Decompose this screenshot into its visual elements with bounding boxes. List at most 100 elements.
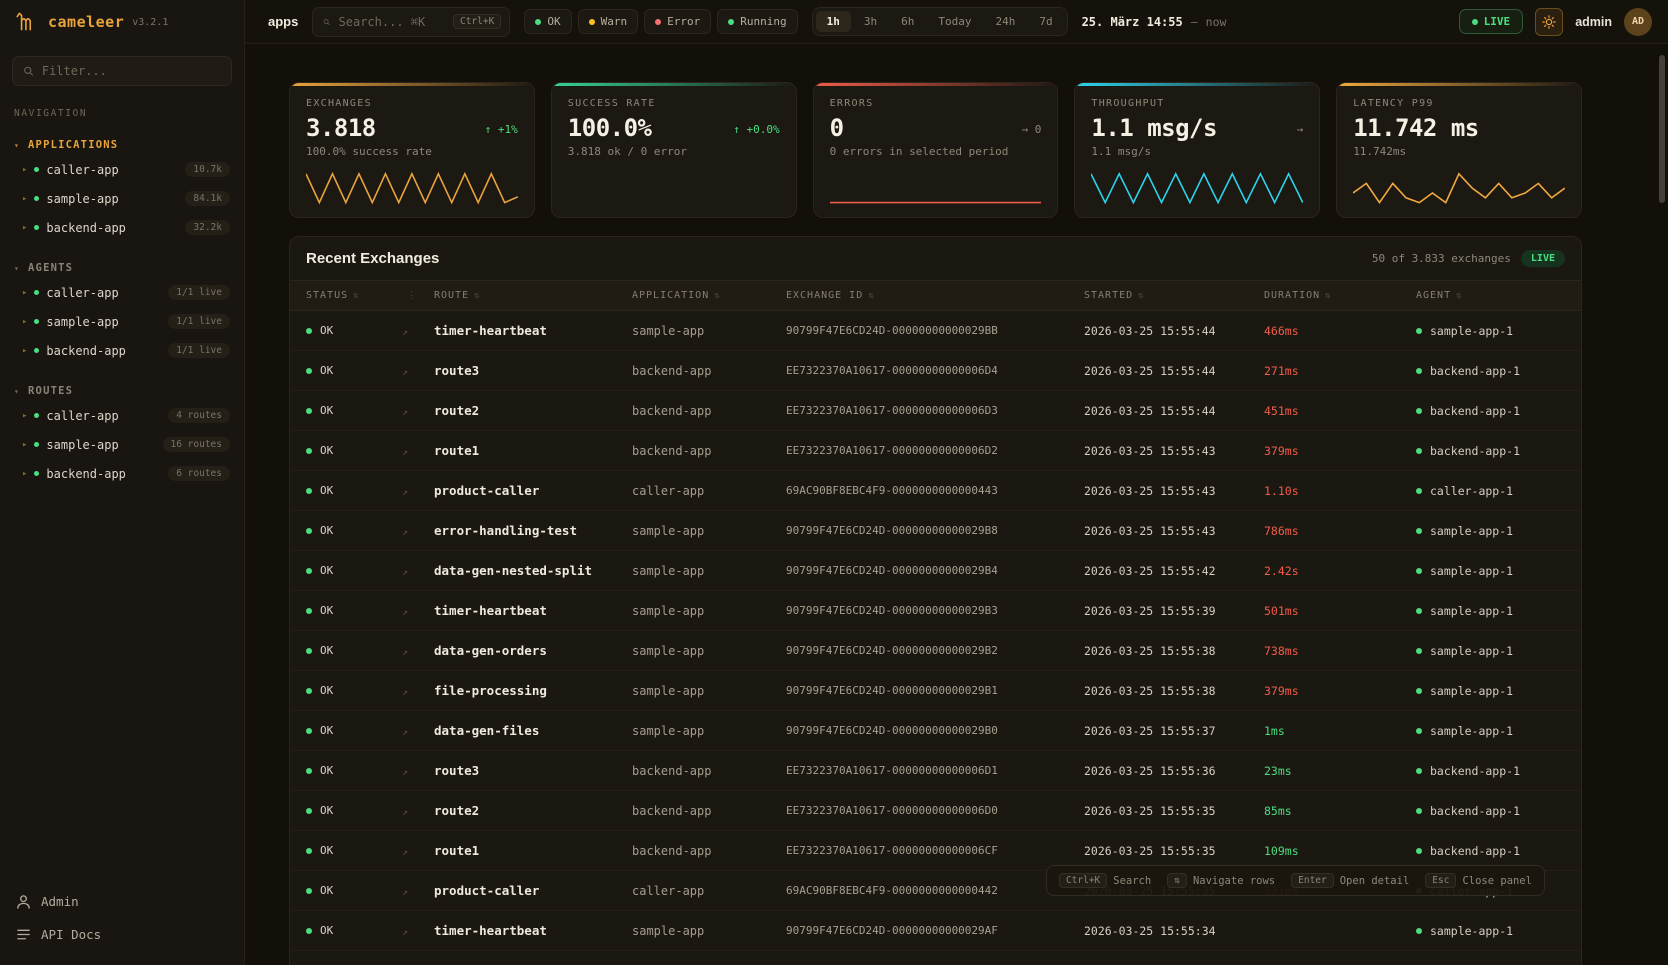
sidebar-item[interactable]: ▸ sample-app 84.1k (0, 184, 244, 213)
route-name[interactable]: route2 (434, 391, 632, 431)
sidebar-item[interactable]: ▸ sample-app 16 routes (0, 430, 244, 459)
table-row[interactable]: OK ↗ route3 backend-app EE7322370A10617-… (290, 351, 1581, 391)
open-route-icon[interactable]: ↗ (402, 687, 408, 698)
route-name[interactable]: file-processing (434, 671, 632, 711)
status-filter-pill[interactable]: Running (717, 9, 797, 34)
table-row[interactable]: OK ↗ route2 backend-app EE7322370A10617-… (290, 391, 1581, 431)
duration-value: 451ms (1264, 391, 1416, 431)
column-header[interactable]: STATUS⇅ (290, 281, 402, 311)
sidebar-filter[interactable] (12, 56, 232, 86)
route-name[interactable]: error-handling-test (434, 511, 632, 551)
open-route-icon[interactable]: ↗ (402, 487, 408, 498)
sidebar-item[interactable]: ▸ backend-app 1/1 live (0, 336, 244, 365)
column-header[interactable]: AGENT⇅ (1416, 281, 1581, 311)
column-header[interactable]: APPLICATION⇅ (632, 281, 786, 311)
scrollbar-thumb[interactable] (1659, 55, 1665, 203)
status-filter-pill[interactable]: OK (524, 9, 571, 34)
open-route-icon[interactable]: ↗ (402, 607, 408, 618)
open-route-icon[interactable]: ↗ (402, 367, 408, 378)
table-row[interactable]: OK ↗ error-handling-test sample-app 9079… (290, 511, 1581, 551)
column-header-icon[interactable]: ⋮ (402, 281, 434, 311)
open-route-icon[interactable]: ↗ (402, 847, 408, 858)
open-route-icon[interactable]: ↗ (402, 927, 408, 938)
route-name[interactable]: data-gen-nested-split (434, 551, 632, 591)
global-search[interactable]: Ctrl+K (312, 7, 510, 37)
open-route-icon[interactable]: ↗ (402, 527, 408, 538)
live-toggle[interactable]: LIVE (1459, 9, 1524, 34)
card-accent-bar (552, 83, 796, 86)
status-filter-pill[interactable]: Warn (578, 9, 639, 34)
user-icon (16, 894, 31, 909)
open-route-icon[interactable]: ↗ (402, 327, 408, 338)
time-range-button[interactable]: 24h (984, 11, 1026, 32)
column-header[interactable]: EXCHANGE ID⇅ (786, 281, 1084, 311)
status-label: OK (320, 724, 333, 737)
route-name[interactable]: timer-heartbeat (434, 311, 632, 351)
sidebar-footer-item[interactable]: Admin (0, 885, 244, 918)
route-name[interactable]: route3 (434, 351, 632, 391)
avatar[interactable]: AD (1624, 8, 1652, 36)
sidebar-footer-item[interactable]: API Docs (0, 918, 244, 951)
time-range-button[interactable]: 6h (890, 11, 925, 32)
open-route-icon[interactable]: ↗ (402, 567, 408, 578)
sidebar-item[interactable]: ▸ backend-app 6 routes (0, 459, 244, 488)
table-row[interactable]: OK ↗ route3 backend-app EE7322370A10617-… (290, 751, 1581, 791)
sidebar-item[interactable]: ▸ caller-app 4 routes (0, 401, 244, 430)
time-range-button[interactable]: 1h (816, 11, 851, 32)
sidebar-item[interactable]: ▸ caller-app 1/1 live (0, 278, 244, 307)
table-row[interactable]: OK ↗ timer-heartbeat sample-app 90799F47… (290, 311, 1581, 351)
sidebar-item[interactable]: ▸ sample-app 1/1 live (0, 307, 244, 336)
route-name[interactable]: route3 (434, 751, 632, 791)
table-row[interactable]: OK ↗ data-gen-nested-split sample-app 90… (290, 551, 1581, 591)
topbar: apps Ctrl+K OK Warn Error Running 1h3h6h… (245, 0, 1668, 44)
open-route-icon[interactable]: ↗ (402, 807, 408, 818)
stat-delta: ↑ +1% (485, 123, 518, 136)
section-header[interactable]: ▾ APPLICATIONS (0, 135, 244, 155)
column-header[interactable]: DURATION⇅ (1264, 281, 1416, 311)
route-name[interactable]: route1 (434, 431, 632, 471)
stat-value: 1.1 msg/s (1091, 114, 1217, 142)
count-badge: 84.1k (185, 191, 230, 206)
theme-toggle-button[interactable] (1535, 8, 1563, 36)
status-label: OK (320, 564, 333, 577)
open-route-icon[interactable]: ↗ (402, 887, 408, 898)
route-name[interactable]: data-gen-orders (434, 631, 632, 671)
time-range-button[interactable]: 7d (1028, 11, 1063, 32)
table-row[interactable]: OK ↗ timer-heartbeat sample-app 90799F47… (290, 911, 1581, 951)
table-row[interactable]: OK ↗ data-gen-files sample-app 90799F47E… (290, 711, 1581, 751)
filter-input[interactable] (42, 64, 221, 78)
table-row[interactable]: OK ↗ file-processing sample-app 90799F47… (290, 671, 1581, 711)
table-row[interactable]: OK ↗ timer-heartbeat sample-app 90799F47… (290, 591, 1581, 631)
sidebar-item[interactable]: ▸ caller-app 10.7k (0, 155, 244, 184)
column-header[interactable]: STARTED⇅ (1084, 281, 1264, 311)
route-name[interactable]: route2 (434, 791, 632, 831)
table-row[interactable]: OK ↗ route2 backend-app EE7322370A10617-… (290, 791, 1581, 831)
route-name[interactable]: timer-heartbeat (434, 591, 632, 631)
stat-value: 100.0% (568, 114, 652, 142)
status-filter-pill[interactable]: Error (644, 9, 711, 34)
sun-icon (1542, 15, 1556, 29)
route-name[interactable]: data-gen-files (434, 711, 632, 751)
table-row[interactable]: OK ↗ data-gen-orders sample-app 90799F47… (290, 631, 1581, 671)
route-name[interactable]: product-caller (434, 871, 632, 911)
open-route-icon[interactable]: ↗ (402, 447, 408, 458)
open-route-icon[interactable]: ↗ (402, 407, 408, 418)
open-route-icon[interactable]: ↗ (402, 647, 408, 658)
time-range-button[interactable]: 3h (853, 11, 888, 32)
sidebar-item[interactable]: ▸ backend-app 32.2k (0, 213, 244, 242)
open-route-icon[interactable]: ↗ (402, 767, 408, 778)
search-input[interactable] (339, 15, 446, 29)
agent-status-dot (1416, 368, 1422, 374)
section-header[interactable]: ▾ ROUTES (0, 381, 244, 401)
route-name[interactable]: timer-heartbeat (434, 911, 632, 951)
section-header[interactable]: ▾ AGENTS (0, 258, 244, 278)
time-range-button[interactable]: Today (927, 11, 982, 32)
username: admin (1575, 15, 1612, 29)
open-route-icon[interactable]: ↗ (402, 727, 408, 738)
route-name[interactable]: route1 (434, 831, 632, 871)
route-name[interactable]: product-caller (434, 471, 632, 511)
section-title: ROUTES (28, 385, 73, 397)
table-row[interactable]: OK ↗ route1 backend-app EE7322370A10617-… (290, 431, 1581, 471)
table-row[interactable]: OK ↗ product-caller caller-app 69AC90BF8… (290, 471, 1581, 511)
column-header[interactable]: ROUTE⇅ (434, 281, 632, 311)
